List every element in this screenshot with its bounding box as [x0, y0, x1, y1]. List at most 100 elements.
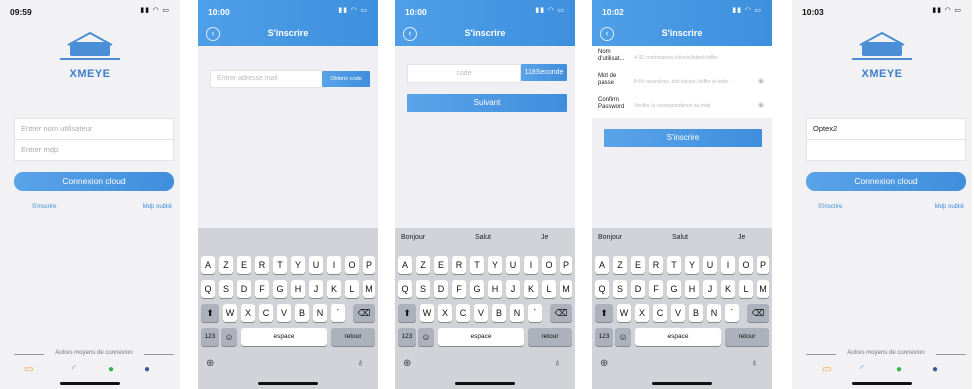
key[interactable]: A: [398, 256, 412, 274]
password-input[interactable]: [806, 139, 966, 161]
key[interactable]: J: [703, 280, 717, 298]
key[interactable]: Q: [201, 280, 215, 298]
key[interactable]: ´: [725, 304, 739, 322]
key[interactable]: H: [291, 280, 305, 298]
key[interactable]: H: [685, 280, 699, 298]
key[interactable]: U: [703, 256, 717, 274]
return-key[interactable]: retour: [331, 328, 375, 346]
username-row[interactable]: Nom d'utilisat... 4-32 combinaison chino…: [592, 46, 772, 71]
numbers-key[interactable]: 123: [201, 328, 219, 346]
key[interactable]: G: [273, 280, 287, 298]
key[interactable]: D: [631, 280, 645, 298]
key[interactable]: Q: [398, 280, 412, 298]
space-key[interactable]: espace: [241, 328, 327, 346]
key[interactable]: E: [237, 256, 251, 274]
numbers-key[interactable]: 123: [398, 328, 416, 346]
facebook-icon[interactable]: ●: [144, 364, 150, 375]
key[interactable]: J: [309, 280, 323, 298]
key[interactable]: L: [739, 280, 753, 298]
key[interactable]: M: [363, 280, 375, 298]
key[interactable]: Y: [488, 256, 502, 274]
cloud-login-button[interactable]: Connexion cloud: [14, 172, 174, 191]
register-link[interactable]: S'inscrire: [818, 204, 842, 210]
local-login-icon[interactable]: ▭: [24, 364, 33, 375]
key[interactable]: C: [259, 304, 273, 322]
backspace-key-icon[interactable]: ⌫: [353, 304, 375, 322]
forgot-password-link[interactable]: Mdp oublié: [935, 204, 964, 210]
wifi-login-icon[interactable]: ◜: [860, 364, 864, 375]
key[interactable]: A: [595, 256, 609, 274]
key[interactable]: T: [273, 256, 287, 274]
key[interactable]: G: [667, 280, 681, 298]
key[interactable]: O: [345, 256, 359, 274]
key[interactable]: N: [510, 304, 524, 322]
key[interactable]: C: [653, 304, 667, 322]
password-input[interactable]: 8-64 caractères, doit inclure chiffre et…: [634, 79, 729, 85]
numbers-key[interactable]: 123: [595, 328, 613, 346]
microphone-icon[interactable]: ♁: [357, 358, 365, 369]
shift-key-icon[interactable]: ⬆: [398, 304, 416, 322]
key[interactable]: X: [438, 304, 452, 322]
key[interactable]: Z: [613, 256, 627, 274]
key[interactable]: M: [560, 280, 572, 298]
key[interactable]: Q: [595, 280, 609, 298]
key[interactable]: E: [631, 256, 645, 274]
username-input[interactable]: 4-32 combinaison chinois/lettre/chiffre: [634, 55, 718, 61]
email-input[interactable]: Entrer adresse mail: [210, 70, 326, 88]
space-key[interactable]: espace: [635, 328, 721, 346]
key[interactable]: H: [488, 280, 502, 298]
microphone-icon[interactable]: ♁: [751, 358, 759, 369]
key[interactable]: W: [617, 304, 631, 322]
key[interactable]: S: [416, 280, 430, 298]
suggestion[interactable]: Bonjour: [401, 234, 425, 241]
key[interactable]: ´: [528, 304, 542, 322]
globe-icon[interactable]: ⊕: [206, 358, 214, 369]
return-key[interactable]: retour: [528, 328, 572, 346]
key[interactable]: K: [524, 280, 538, 298]
key[interactable]: I: [721, 256, 735, 274]
suggestion[interactable]: Bonjour: [598, 234, 622, 241]
key[interactable]: E: [434, 256, 448, 274]
username-input[interactable]: Entrer nom utilisateur: [14, 118, 174, 140]
key[interactable]: N: [313, 304, 327, 322]
register-link[interactable]: S'inscrire: [32, 204, 56, 210]
register-submit-button[interactable]: S'inscrire: [604, 129, 762, 147]
eye-icon[interactable]: ◉: [758, 77, 764, 85]
space-key[interactable]: espace: [438, 328, 524, 346]
key[interactable]: A: [201, 256, 215, 274]
backspace-key-icon[interactable]: ⌫: [550, 304, 572, 322]
key[interactable]: R: [452, 256, 466, 274]
password-row[interactable]: Mot de passe 8-64 caractères, doit inclu…: [592, 70, 772, 95]
key[interactable]: L: [345, 280, 359, 298]
key[interactable]: X: [241, 304, 255, 322]
username-input[interactable]: Optex2: [806, 118, 966, 140]
key[interactable]: S: [219, 280, 233, 298]
suggestion[interactable]: Je: [738, 234, 745, 241]
key[interactable]: Y: [291, 256, 305, 274]
microphone-icon[interactable]: ♁: [554, 358, 562, 369]
key[interactable]: B: [295, 304, 309, 322]
key[interactable]: Z: [416, 256, 430, 274]
key[interactable]: F: [452, 280, 466, 298]
emoji-key-icon[interactable]: ☺: [615, 328, 631, 346]
wifi-login-icon[interactable]: ◜: [72, 364, 76, 375]
key[interactable]: R: [255, 256, 269, 274]
key[interactable]: R: [649, 256, 663, 274]
key[interactable]: Z: [219, 256, 233, 274]
key[interactable]: D: [237, 280, 251, 298]
key[interactable]: N: [707, 304, 721, 322]
backspace-key-icon[interactable]: ⌫: [747, 304, 769, 322]
key[interactable]: V: [277, 304, 291, 322]
countdown-button[interactable]: 118Seconde: [521, 64, 567, 81]
key[interactable]: F: [649, 280, 663, 298]
key[interactable]: T: [470, 256, 484, 274]
key[interactable]: X: [635, 304, 649, 322]
key[interactable]: B: [689, 304, 703, 322]
key[interactable]: ´: [331, 304, 345, 322]
globe-icon[interactable]: ⊕: [600, 358, 608, 369]
key[interactable]: W: [223, 304, 237, 322]
key[interactable]: P: [757, 256, 769, 274]
key[interactable]: G: [470, 280, 484, 298]
key[interactable]: D: [434, 280, 448, 298]
key[interactable]: U: [309, 256, 323, 274]
